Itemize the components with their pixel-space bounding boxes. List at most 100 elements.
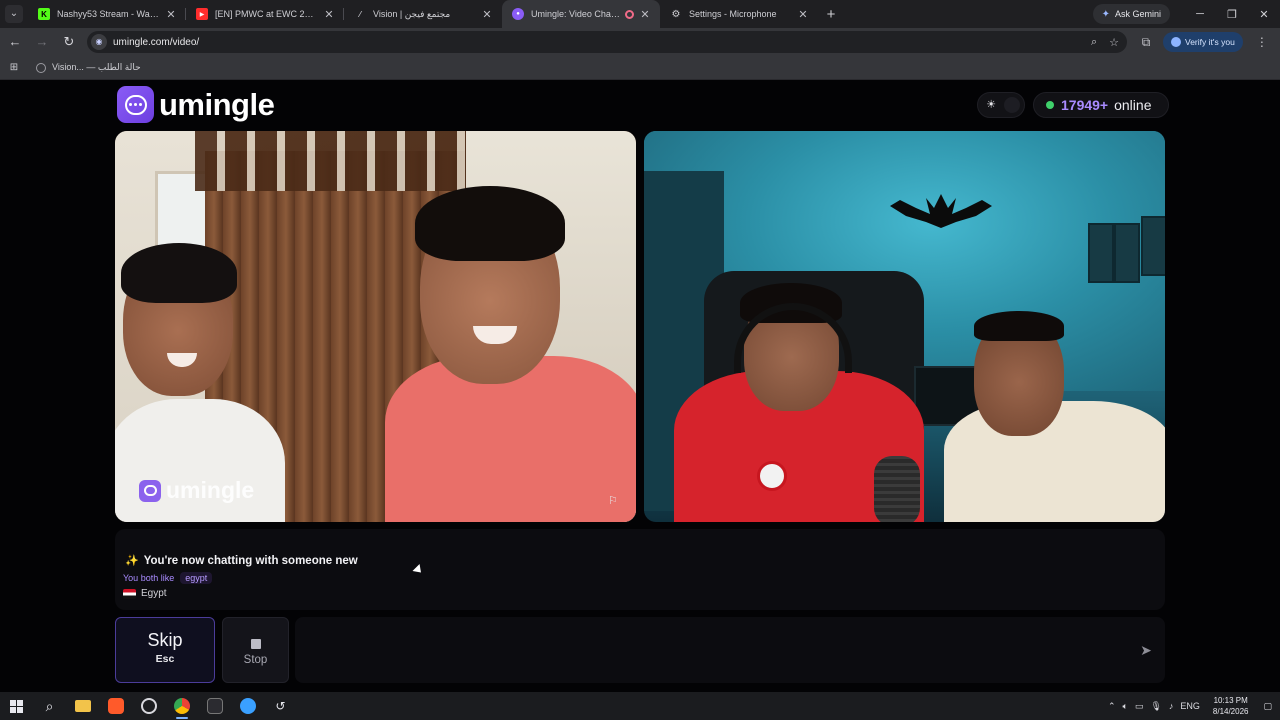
toggle-knob xyxy=(1004,97,1020,113)
umingle-favicon-icon: ● xyxy=(512,8,524,20)
bookmark-label: Vision... — حالة الطلب xyxy=(52,62,141,72)
chat-status: ✨ You're now chatting with someone new xyxy=(125,554,358,568)
browser-tab-bar: ⌄ K Nashyy53 Stream - Watch Live ✕ ▶ [EN… xyxy=(0,0,1280,28)
chrome-icon xyxy=(173,698,190,714)
notification-icon[interactable]: ▢ xyxy=(1263,701,1272,712)
brand-name: umingle xyxy=(159,86,275,122)
chevron-down-icon: ⌄ xyxy=(5,5,23,23)
forward-button[interactable]: → xyxy=(30,30,54,54)
umingle-logo[interactable]: umingle xyxy=(117,86,275,123)
new-tab-button[interactable]: + xyxy=(818,6,844,23)
url-text: umingle.com/video/ xyxy=(113,36,200,48)
ask-gemini-label: Ask Gemini xyxy=(1114,9,1161,19)
taskbar-app-dark[interactable] xyxy=(198,692,231,720)
close-icon[interactable]: ✕ xyxy=(638,8,652,21)
minimize-button[interactable]: ─ xyxy=(1184,8,1216,20)
online-label: online xyxy=(1114,97,1152,113)
microphone-icon[interactable]: 🎙︎ xyxy=(1150,701,1161,712)
message-input[interactable] xyxy=(295,617,1165,683)
bookmark-vision[interactable]: Vision... — حالة الطلب xyxy=(36,62,141,73)
youtube-icon: ▶ xyxy=(196,8,208,20)
taskbar-app-arrow[interactable]: ↺ xyxy=(264,692,297,720)
taskbar-file-explorer[interactable] xyxy=(66,692,99,720)
taskbar-brave[interactable] xyxy=(99,692,132,720)
tab-title: Nashyy53 Stream - Watch Live xyxy=(57,9,160,19)
chevron-up-icon[interactable]: ⌃ xyxy=(1108,701,1116,712)
umingle-page: umingle ☀ 17949+ online umingle ⚐ ✨ You'… xyxy=(0,80,1280,692)
wing-emblem-decor xyxy=(890,194,992,228)
network-icon[interactable]: ▭ xyxy=(1135,701,1144,712)
app-icon xyxy=(239,698,256,714)
taskbar-app-red[interactable] xyxy=(132,692,165,720)
zoom-icon[interactable]: ⌕ xyxy=(1091,36,1097,49)
window-close-button[interactable]: ✕ xyxy=(1248,8,1280,21)
verify-profile-button[interactable]: Verify it's you xyxy=(1163,32,1243,52)
app-icon xyxy=(140,698,157,714)
report-flag-icon[interactable]: ⚐ xyxy=(608,494,622,508)
browser-tab-settings[interactable]: ⚙ Settings - Microphone ✕ xyxy=(660,0,818,28)
online-count: 17949+ xyxy=(1061,97,1109,113)
video-watermark: umingle xyxy=(139,477,254,504)
bookmark-star-icon[interactable]: ☆ xyxy=(1109,36,1119,49)
windows-icon xyxy=(10,699,23,713)
start-button[interactable] xyxy=(0,692,33,720)
clock-time: 10:13 PM xyxy=(1213,696,1248,705)
tab-title: [EN] PMWC at EWC 26 Finals D xyxy=(215,9,318,19)
restore-button[interactable]: ❐ xyxy=(1216,8,1248,21)
taskbar-app-blue[interactable] xyxy=(231,692,264,720)
stop-button[interactable]: Stop xyxy=(222,617,289,683)
shared-interests-label: You both like xyxy=(123,573,175,583)
taskbar-chrome[interactable] xyxy=(165,692,198,720)
skip-button[interactable]: Skip Esc xyxy=(115,617,215,683)
browser-tab-umingle[interactable]: ● Umingle: Video Chat with S ✕ xyxy=(502,0,660,28)
search-button[interactable]: ⌕ xyxy=(33,692,66,720)
browser-toolbar: ← → ↻ ◉ umingle.com/video/ ⌕ ☆ ⧉ Verify … xyxy=(0,28,1280,56)
sparkle-icon: ✨ xyxy=(125,555,139,567)
reload-button[interactable]: ↻ xyxy=(57,30,81,54)
back-button[interactable]: ← xyxy=(3,30,27,54)
close-icon[interactable]: ✕ xyxy=(164,8,178,21)
online-status-dot xyxy=(1046,101,1054,109)
microphone-decor xyxy=(874,456,920,522)
shared-interests: You both like egypt xyxy=(123,572,213,584)
tab-title: Settings - Microphone xyxy=(689,9,777,19)
person-body xyxy=(944,401,1165,522)
clock[interactable]: 10:13 PM 8/14/2026 xyxy=(1213,695,1249,717)
close-icon[interactable]: ✕ xyxy=(322,8,336,21)
ask-gemini-button[interactable]: ✦ Ask Gemini xyxy=(1092,4,1170,24)
close-icon[interactable]: ✕ xyxy=(480,8,494,21)
sun-icon: ☀ xyxy=(986,99,996,111)
close-icon[interactable]: ✕ xyxy=(796,8,810,21)
bookmarks-bar: ⊞ Vision... — حالة الطلب xyxy=(0,56,1280,80)
skip-shortcut: Esc xyxy=(155,653,175,665)
send-icon[interactable]: ➤ xyxy=(1137,641,1155,659)
arrow-icon: ↺ xyxy=(275,699,286,713)
browser-tab-kick[interactable]: K Nashyy53 Stream - Watch Live ✕ xyxy=(28,0,186,28)
chat-status-text: You're now chatting with someone new xyxy=(143,554,358,567)
tab-search-button[interactable]: ⌄ xyxy=(0,0,28,28)
theme-toggle[interactable]: ☀ xyxy=(977,92,1025,118)
interest-tag: egypt xyxy=(180,572,213,584)
windows-taskbar: ⌕ ↺ ⌃ 🔈︎ ▭ 🎙︎ ♪ ENG 10:13 PM 8/14/2026 ▢ xyxy=(0,692,1280,720)
gemini-icon: ✦ xyxy=(1101,8,1110,20)
speaker-icon[interactable]: 🔈︎ xyxy=(1123,701,1128,712)
clock-date: 8/14/2026 xyxy=(1212,707,1249,716)
skip-label: Skip xyxy=(147,630,183,650)
stranger-video: umingle ⚐ xyxy=(115,131,636,522)
apps-grid-icon[interactable]: ⊞ xyxy=(0,62,28,73)
address-bar[interactable]: ◉ umingle.com/video/ ⌕ ☆ xyxy=(87,31,1127,53)
recording-icon xyxy=(625,9,634,19)
volume-icon[interactable]: ♪ xyxy=(1169,701,1174,711)
site-info-icon[interactable]: ◉ xyxy=(91,34,107,50)
extensions-icon[interactable]: ⧉ xyxy=(1133,35,1159,50)
self-video xyxy=(644,131,1165,522)
browser-tab-youtube[interactable]: ▶ [EN] PMWC at EWC 26 Finals D ✕ xyxy=(186,0,344,28)
verify-label: Verify it's you xyxy=(1185,37,1235,47)
watermark-text: umingle xyxy=(166,477,255,503)
chat-bubble-icon xyxy=(139,479,161,502)
language-indicator[interactable]: ENG xyxy=(1180,701,1200,711)
menu-icon[interactable]: ⋮ xyxy=(1249,35,1275,49)
browser-tab-vision[interactable]: ⁄ Vision | مجتمع فيجن ✕ xyxy=(344,0,502,28)
system-tray: ⌃ 🔈︎ ▭ 🎙︎ ♪ ENG 10:13 PM 8/14/2026 ▢ xyxy=(1108,695,1280,717)
app-icon xyxy=(206,698,223,714)
